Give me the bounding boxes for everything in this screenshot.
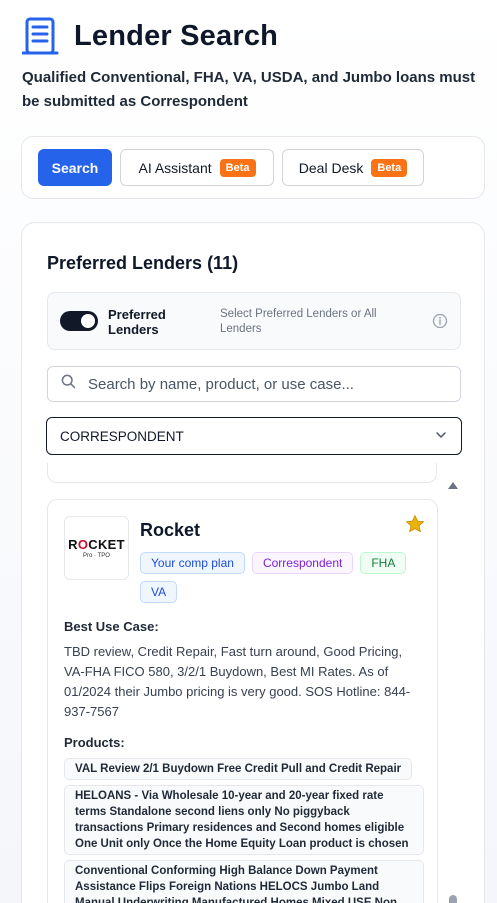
star-icon[interactable]	[405, 514, 425, 534]
search-icon	[48, 374, 76, 394]
lenders-panel: Preferred Lenders (11) Preferred Lenders…	[21, 222, 485, 903]
channel-select[interactable]: CORRESPONDENT	[46, 417, 462, 455]
deal-desk-button[interactable]: Deal Desk Beta	[282, 149, 424, 186]
ai-assistant-label: AI Assistant	[138, 159, 212, 176]
preferred-lenders-toggle[interactable]	[60, 311, 98, 331]
toggle-help-text: Select Preferred Lenders or All Lenders	[220, 308, 377, 335]
best-use-text: TBD review, Credit Repair, Fast turn aro…	[64, 644, 411, 719]
title-row: Lender Search	[22, 16, 487, 56]
building-icon	[22, 16, 60, 56]
search-input[interactable]	[88, 375, 448, 393]
lender-search-field	[47, 366, 461, 402]
products-label: Products:	[64, 735, 125, 750]
section-title: Preferred Lenders (11)	[47, 253, 239, 273]
product-item: Conventional Conforming High Balance Dow…	[64, 860, 424, 903]
chevron-down-icon	[435, 429, 447, 444]
page-subtitle: Qualified Conventional, FHA, VA, USDA, a…	[22, 69, 476, 110]
search-mode-label: Search	[51, 159, 99, 176]
lender-name: Rocket	[140, 520, 201, 540]
page-header: Lender Search Qualified Conventional, FH…	[22, 16, 487, 114]
previous-lender-card	[47, 463, 437, 483]
tag-comp-plan: Your comp plan	[140, 552, 245, 574]
products-list: VAL Review 2/1 Buydown Free Credit Pull …	[64, 758, 424, 903]
preferred-toggle-row: Preferred Lenders Select Preferred Lende…	[47, 292, 461, 350]
lender-list[interactable]: ROCKET Pro · TPO Rocket Your comp plan C…	[22, 463, 484, 903]
beta-badge: Beta	[371, 158, 408, 177]
mode-tabs: Search AI Assistant Beta Deal Desk Beta	[21, 136, 485, 199]
deal-desk-label: Deal Desk	[298, 159, 364, 176]
tag-fha: FHA	[360, 552, 407, 574]
scrollbar-thumb[interactable]	[449, 895, 457, 903]
lender-logo: ROCKET Pro · TPO	[64, 516, 129, 580]
lender-tags: Your comp plan Correspondent FHA VA	[140, 552, 430, 603]
tag-va: VA	[140, 581, 178, 603]
product-item: VAL Review 2/1 Buydown Free Credit Pull …	[64, 758, 413, 780]
search-mode-button[interactable]: Search	[38, 149, 112, 186]
tag-correspondent: Correspondent	[251, 552, 354, 574]
scroll-up-arrow[interactable]	[448, 482, 458, 489]
info-icon[interactable]	[432, 313, 448, 329]
toggle-label: Preferred Lenders	[108, 307, 166, 337]
channel-select-value: CORRESPONDENT	[60, 428, 184, 444]
logo-wordmark: ROCKET	[68, 537, 125, 552]
beta-badge: Beta	[219, 158, 256, 177]
lender-card[interactable]: ROCKET Pro · TPO Rocket Your comp plan C…	[47, 499, 438, 903]
product-item: HELOANS - Via Wholesale 10-year and 20-y…	[64, 785, 424, 855]
ai-assistant-button[interactable]: AI Assistant Beta	[120, 149, 274, 186]
logo-subtext: Pro · TPO	[83, 553, 110, 559]
best-use-label: Best Use Case:	[64, 619, 159, 634]
page-title: Lender Search	[74, 19, 279, 52]
